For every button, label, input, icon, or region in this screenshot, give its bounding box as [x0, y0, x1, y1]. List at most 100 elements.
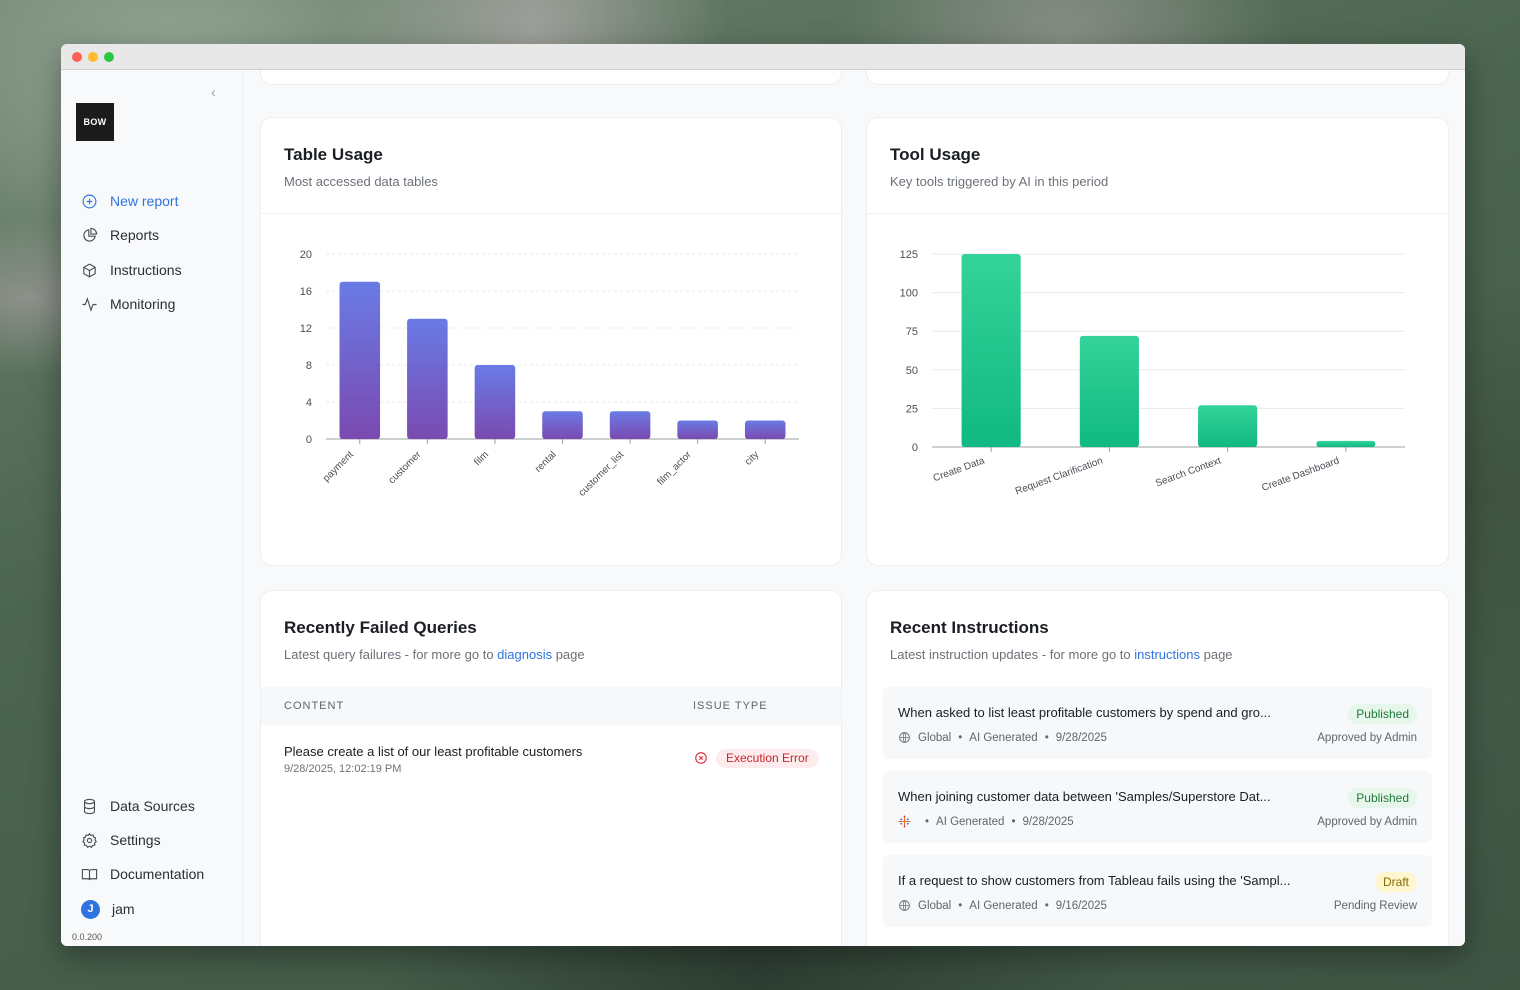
- y-tick-label: 12: [300, 323, 312, 335]
- user-menu[interactable]: J jam: [81, 899, 135, 919]
- nav-reports[interactable]: Reports: [81, 225, 159, 245]
- sidebar: ‹ BOW New report Reports Instructions Mo…: [61, 70, 243, 946]
- bar-Create Dashboard: [1316, 440, 1376, 447]
- separator-dot: •: [958, 899, 963, 912]
- nav-label: Monitoring: [110, 296, 176, 312]
- bar-customer: [407, 318, 448, 439]
- instruction-source: AI Generated: [969, 899, 1038, 912]
- query-date: 9/28/2025, 12:02:19 PM: [284, 763, 402, 775]
- column-header-content[interactable]: CONTENT: [284, 700, 344, 712]
- close-window-button[interactable]: [72, 51, 82, 62]
- instruction-meta: Global • AI Generated • 9/16/2025: [898, 899, 1107, 912]
- x-tick-label: rental: [533, 449, 558, 474]
- bar-city: [744, 420, 786, 439]
- separator-dot: •: [1044, 731, 1049, 744]
- y-tick-label: 100: [900, 288, 918, 300]
- subtitle-text: Latest instruction updates - for more go…: [890, 647, 1135, 662]
- activity-icon: [82, 296, 97, 312]
- app-window: ‹ BOW New report Reports Instructions Mo…: [61, 44, 1465, 946]
- y-tick-label: 8: [306, 360, 312, 372]
- nav-label: Instructions: [110, 262, 182, 278]
- x-tick-label: customer_list: [577, 449, 627, 499]
- pie-chart-icon: [83, 227, 98, 242]
- issue-badge: Execution Error: [716, 749, 819, 768]
- nav-new-report[interactable]: New report: [81, 191, 178, 211]
- instruction-source: AI Generated: [936, 815, 1005, 828]
- instruction-meta: • AI Generated • 9/28/2025: [898, 815, 1074, 828]
- bar-film: [474, 365, 516, 439]
- instruction-meta: Global • AI Generated • 9/28/2025: [898, 731, 1107, 744]
- x-tick-label: film_actor: [655, 449, 694, 488]
- y-tick-label: 0: [912, 442, 918, 454]
- nav-label: Documentation: [110, 866, 205, 882]
- bar-rental: [542, 411, 583, 439]
- card-subtitle: Latest query failures - for more go to d…: [284, 647, 585, 662]
- maximize-window-button[interactable]: [104, 51, 114, 62]
- instruction-date: 9/28/2025: [1022, 815, 1074, 828]
- approval-text: Pending Review: [1333, 900, 1417, 912]
- nav-data-sources[interactable]: Data Sources: [81, 796, 195, 816]
- separator-dot: •: [925, 815, 930, 828]
- instruction-scope: Global: [918, 731, 952, 744]
- database-icon: [83, 798, 96, 814]
- x-tick-label: Search Context: [1154, 455, 1223, 489]
- avatar: J: [81, 899, 100, 919]
- title-bar: [61, 44, 1465, 70]
- instruction-item[interactable]: If a request to show customers from Tabl…: [883, 855, 1432, 927]
- tableau-icon: [898, 815, 911, 828]
- diagnosis-link[interactable]: diagnosis: [497, 647, 552, 662]
- card-title: Tool Usage: [890, 145, 981, 164]
- globe-icon: [899, 732, 910, 743]
- instruction-date: 9/16/2025: [1055, 899, 1107, 912]
- cube-icon: [83, 262, 96, 278]
- subtitle-text: Latest query failures - for more go to: [284, 647, 498, 662]
- bar-Search Context: [1198, 405, 1258, 447]
- card-title: Recent Instructions: [890, 618, 1049, 637]
- nav-label: New report: [110, 193, 179, 209]
- x-tick-label: Create Dashboard: [1260, 455, 1341, 493]
- y-tick-label: 75: [906, 326, 918, 338]
- y-tick-label: 20: [300, 249, 312, 261]
- collapse-sidebar-icon[interactable]: ‹: [211, 84, 216, 100]
- nav-label: Reports: [110, 227, 160, 243]
- instruction-text: When joining customer data between 'Samp…: [898, 789, 1271, 804]
- nav-label: Settings: [110, 832, 161, 848]
- y-tick-label: 50: [906, 365, 918, 377]
- separator-dot: •: [958, 731, 963, 744]
- failed-queries-card: Recently Failed Queries Latest query fai…: [260, 590, 842, 946]
- nav-settings[interactable]: Settings: [81, 830, 161, 850]
- gear-icon: [82, 832, 98, 848]
- nav-monitoring[interactable]: Monitoring: [81, 294, 175, 314]
- instructions-link[interactable]: instructions: [1134, 647, 1200, 662]
- column-header-issue-type[interactable]: ISSUE TYPE: [693, 700, 768, 712]
- card-title: Table Usage: [284, 145, 383, 164]
- x-tick-label: customer: [387, 449, 424, 486]
- version-label: 0.0.200: [72, 932, 103, 942]
- status-badge: Published: [1348, 788, 1417, 808]
- instruction-item[interactable]: When asked to list least profitable cust…: [883, 687, 1432, 759]
- book-icon: [81, 868, 98, 880]
- instruction-item[interactable]: When joining customer data between 'Samp…: [883, 771, 1432, 843]
- y-tick-label: 125: [900, 249, 918, 261]
- bar-film_actor: [677, 420, 718, 439]
- instruction-source: AI Generated: [969, 731, 1038, 744]
- bar-customer_list: [609, 411, 651, 439]
- card-subtitle: Most accessed data tables: [284, 174, 438, 189]
- card-subtitle: Latest instruction updates - for more go…: [890, 647, 1233, 662]
- nav-label: Data Sources: [110, 798, 195, 814]
- nav-instructions[interactable]: Instructions: [81, 260, 182, 280]
- card-partial-left: [260, 70, 842, 85]
- error-circle-icon: [695, 752, 707, 764]
- table-usage-chart: 0 4 8 12 16 20 payment customer film rental custom…: [300, 249, 799, 499]
- x-tick-label: Request Clarification: [1014, 455, 1104, 497]
- minimize-window-button[interactable]: [88, 51, 98, 62]
- x-tick-label: film: [472, 449, 491, 468]
- table-usage-card: Table Usage Most accessed data tables 0 4…: [260, 117, 842, 566]
- main-content[interactable]: Table Usage Most accessed data tables 0 4…: [243, 70, 1465, 946]
- y-tick-label: 4: [306, 397, 312, 409]
- card-title: Recently Failed Queries: [284, 618, 477, 637]
- nav-documentation[interactable]: Documentation: [81, 864, 204, 884]
- status-badge: Published: [1348, 704, 1417, 724]
- bar-payment: [339, 281, 381, 439]
- bar-Request Clarification: [1079, 335, 1139, 447]
